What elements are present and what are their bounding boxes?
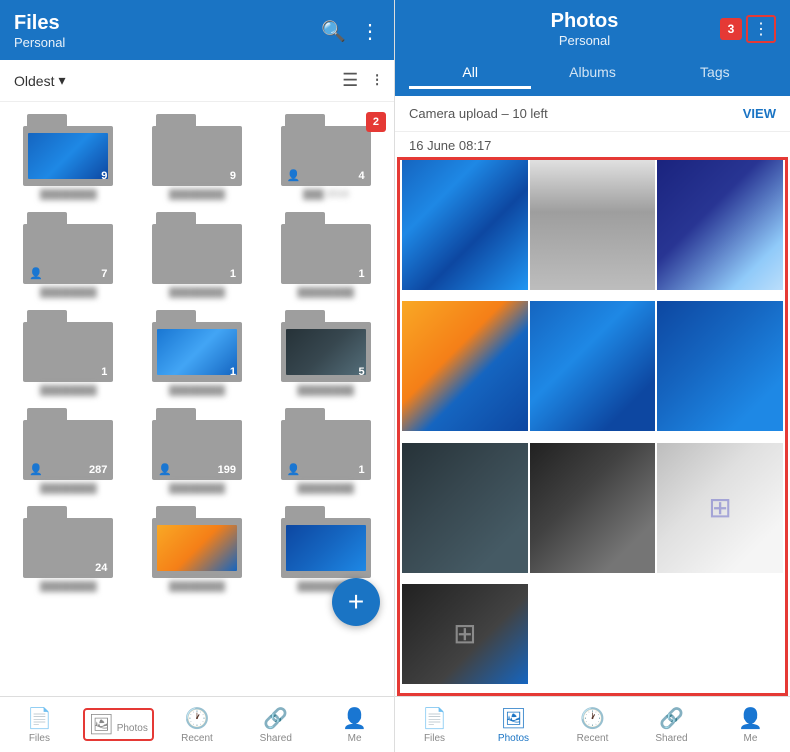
shared-nav-icon: 🔗 [263, 706, 288, 731]
photo-cell[interactable] [402, 160, 528, 290]
right-nav-recent-label: Recent [577, 733, 609, 744]
folder-item[interactable]: 199 👤 ████████ [135, 404, 260, 498]
toolbar-right: ☰ ⁝ [342, 70, 380, 91]
photo-cell[interactable] [402, 301, 528, 431]
right-app-name: Photos [551, 10, 619, 33]
photos-nav-box: 🖼 Photos [83, 708, 154, 741]
sort-label: Oldest [14, 73, 54, 89]
right-nav-photos[interactable]: 🖼 Photos [474, 697, 553, 752]
photo-cell[interactable] [530, 160, 656, 290]
right-recent-nav-icon: 🕐 [580, 706, 605, 731]
nav-photos-label: Photos [117, 723, 148, 734]
right-header-actions: 3 ⋮ [720, 15, 776, 43]
badge-3: 3 [720, 18, 742, 40]
upload-bar: Camera upload – 10 left VIEW [395, 96, 790, 132]
left-header-icons: 🔍 ⋮ [321, 19, 380, 44]
right-shared-nav-icon: 🔗 [659, 706, 684, 731]
right-nav-photos-label: Photos [498, 733, 529, 744]
right-tabs: All Albums Tags [409, 56, 776, 89]
right-photos-nav-icon: 🖼 [501, 706, 526, 731]
photo-cell[interactable]: ⊞ [657, 443, 783, 573]
photos-nav-icon: 🖼 [89, 714, 114, 736]
files-grid: 9 ████████ 9 ████████ 2 4 👤 [0, 102, 394, 604]
badge-2: 2 [366, 112, 386, 132]
right-panel: Photos Personal 3 ⋮ All Albums Tags Came… [395, 0, 790, 752]
right-nav-shared[interactable]: 🔗 Shared [632, 697, 711, 752]
left-panel: Files Personal 🔍 ⋮ Oldest ▾ ☰ ⁝ [0, 0, 395, 752]
photo-cell[interactable] [530, 443, 656, 573]
photo-cell[interactable] [530, 301, 656, 431]
right-nav-me[interactable]: 👤 Me [711, 697, 790, 752]
grid-view-icon[interactable]: ⁝ [374, 70, 380, 91]
left-bottom-nav: 📄 Files 🖼 Photos 🕐 Recent 🔗 Shared 👤 Me [0, 696, 394, 752]
folder-item[interactable]: 9 ████████ [6, 110, 131, 204]
right-nav-files[interactable]: 📄 Files [395, 697, 474, 752]
right-header-title: Photos Personal [449, 10, 720, 48]
nav-me[interactable]: 👤 Me [315, 697, 394, 752]
tab-albums[interactable]: Albums [531, 56, 653, 89]
photo-cell[interactable] [402, 443, 528, 573]
nav-me-label: Me [348, 733, 362, 744]
nav-files-label: Files [29, 733, 50, 744]
left-toolbar: Oldest ▾ ☰ ⁝ [0, 60, 394, 102]
right-nav-files-label: Files [424, 733, 445, 744]
folder-item[interactable]: 287 👤 ████████ [6, 404, 131, 498]
nav-recent-label: Recent [181, 733, 213, 744]
photo-cell[interactable] [657, 160, 783, 290]
nav-recent[interactable]: 🕐 Recent [158, 697, 237, 752]
left-app-name: Files [14, 12, 65, 35]
folder-item[interactable]: 1 ████████ [6, 306, 131, 400]
files-nav-icon: 📄 [27, 706, 52, 731]
photo-cell[interactable] [657, 301, 783, 431]
date-label: 16 June 08:17 [395, 132, 790, 157]
right-bottom-nav: 📄 Files 🖼 Photos 🕐 Recent 🔗 Shared 👤 Me [395, 696, 790, 752]
right-nav-shared-label: Shared [655, 733, 687, 744]
more-options-button[interactable]: ⋮ [746, 15, 776, 43]
recent-nav-icon: 🕐 [185, 706, 210, 731]
list-view-icon[interactable]: ☰ [342, 70, 358, 91]
more-options-icon[interactable]: ⋮ [360, 19, 380, 44]
me-nav-icon: 👤 [342, 706, 367, 731]
folder-item[interactable]: 1 ████████ [263, 208, 388, 302]
tab-all[interactable]: All [409, 56, 531, 89]
photo-cell[interactable]: ⊞ [402, 584, 528, 684]
left-sub-name: Personal [14, 35, 65, 50]
folder-item[interactable]: 2 4 👤 ███ 2016 [263, 110, 388, 204]
left-files-area: 9 ████████ 9 ████████ 2 4 👤 [0, 102, 394, 696]
right-header-top: Photos Personal 3 ⋮ [409, 10, 776, 48]
folder-item[interactable]: 9 ████████ [135, 110, 260, 204]
nav-photos[interactable]: 🖼 Photos [79, 697, 158, 752]
right-me-nav-icon: 👤 [738, 706, 763, 731]
sort-button[interactable]: Oldest ▾ [14, 72, 66, 89]
right-nav-recent[interactable]: 🕐 Recent [553, 697, 632, 752]
nav-shared-label: Shared [260, 733, 292, 744]
view-button[interactable]: VIEW [743, 106, 776, 121]
photo-grid: ⊞ ⊞ [397, 157, 788, 696]
folder-item[interactable]: 1 ████████ [135, 306, 260, 400]
sort-arrow-icon: ▾ [58, 72, 65, 89]
right-files-nav-icon: 📄 [422, 706, 447, 731]
upload-text: Camera upload – 10 left [409, 106, 548, 121]
left-header: Files Personal 🔍 ⋮ [0, 0, 394, 60]
right-header: Photos Personal 3 ⋮ All Albums Tags [395, 0, 790, 96]
search-icon[interactable]: 🔍 [321, 19, 346, 44]
folder-item[interactable]: 24 ████████ [6, 502, 131, 596]
nav-shared[interactable]: 🔗 Shared [236, 697, 315, 752]
nav-files[interactable]: 📄 Files [0, 697, 79, 752]
right-nav-me-label: Me [744, 733, 758, 744]
left-header-title: Files Personal [14, 12, 65, 50]
folder-item[interactable]: 5 ████████ [263, 306, 388, 400]
right-sub-name: Personal [559, 33, 610, 48]
folder-item[interactable]: 1 👤 ████████ [263, 404, 388, 498]
folder-item[interactable]: ████████ [135, 502, 260, 596]
tab-tags[interactable]: Tags [654, 56, 776, 89]
folder-item[interactable]: 7 👤 ████████ [6, 208, 131, 302]
fab-add-button[interactable]: + [332, 578, 380, 626]
folder-item[interactable]: 1 ████████ [135, 208, 260, 302]
